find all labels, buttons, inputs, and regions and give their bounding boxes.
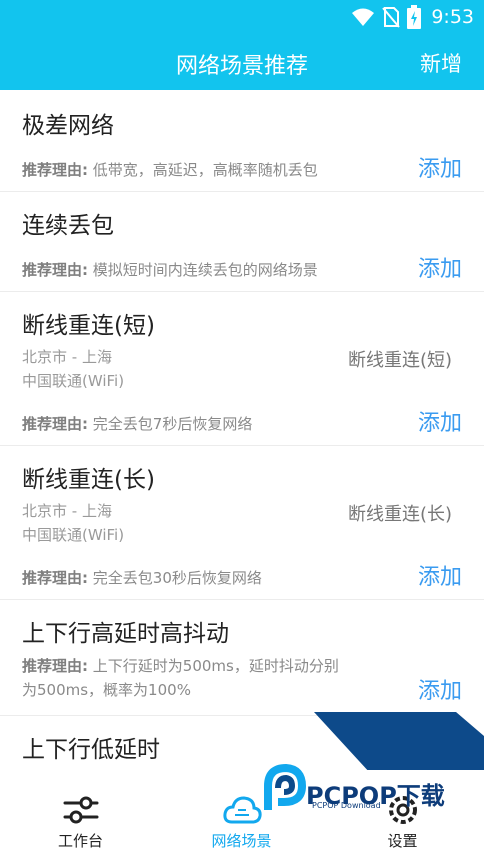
scenario-title: 连续丢包 — [22, 213, 114, 239]
reason-prefix: 推荐理由: — [22, 261, 88, 279]
cloud-icon — [222, 796, 262, 824]
tab-label: 工作台 — [57, 832, 103, 850]
scenario-card[interactable]: 断线重连(短) 北京市 - 上海 中国联通(WiFi) 断线重连(短) 推荐理由… — [0, 292, 484, 446]
watermark-subtext: PCPOP Download — [312, 801, 381, 810]
tab-label: 设置 — [387, 832, 418, 850]
reason-text: 低带宽，高延迟，高概率随机丢包 — [92, 161, 318, 179]
add-button[interactable]: 添加 — [418, 251, 462, 283]
reason-prefix: 推荐理由: — [22, 161, 88, 179]
add-button[interactable]: 添加 — [418, 405, 462, 437]
scenario-tag: 断线重连(短) — [347, 350, 452, 371]
tab-workbench[interactable]: 工作台 — [0, 770, 161, 860]
sliders-icon — [63, 796, 98, 824]
scenario-card[interactable]: 上下行低延时 — [0, 716, 484, 770]
scenario-card[interactable]: 上下行高延时高抖动 推荐理由: 上下行延时为500ms，延时抖动分别为500ms… — [0, 600, 484, 716]
scenario-title: 断线重连(短) — [22, 313, 155, 339]
battery-charging-icon — [407, 5, 422, 29]
scenario-card[interactable]: 极差网络 推荐理由: 低带宽，高延迟，高概率随机丢包 添加 — [0, 90, 484, 192]
scenario-title: 断线重连(长) — [22, 467, 155, 493]
tab-label: 网络场景 — [211, 832, 272, 850]
scenario-reason: 推荐理由: 完全丢包30秒后恢复网络 — [22, 566, 352, 590]
scenario-network: 中国联通(WiFi) — [22, 526, 125, 544]
add-button[interactable]: 添加 — [418, 559, 462, 591]
scenario-card[interactable]: 连续丢包 推荐理由: 模拟短时间内连续丢包的网络场景 添加 — [0, 192, 484, 292]
scenario-location: 北京市 - 上海 — [22, 348, 112, 366]
scenario-location: 北京市 - 上海 — [22, 502, 112, 520]
scenario-title: 上下行低延时 — [22, 737, 160, 763]
scenario-tag: 断线重连(长) — [347, 504, 452, 525]
scenario-card[interactable]: 断线重连(长) 北京市 - 上海 中国联通(WiFi) 断线重连(长) 推荐理由… — [0, 446, 484, 600]
scenario-reason: 推荐理由: 上下行延时为500ms，延时抖动分别为500ms，概率为100% — [22, 654, 352, 702]
page-title: 网络场景推荐 — [175, 54, 308, 79]
add-new-button[interactable]: 新增 — [420, 48, 462, 78]
reason-prefix: 推荐理由: — [22, 657, 88, 675]
tab-network-scenes[interactable]: 网络场景 — [161, 770, 322, 860]
reason-text: 完全丢包7秒后恢复网络 — [92, 415, 253, 433]
status-bar: 9:53 — [0, 0, 484, 34]
wifi-icon — [352, 8, 375, 26]
add-button[interactable]: 添加 — [418, 151, 462, 183]
reason-prefix: 推荐理由: — [22, 569, 88, 587]
no-sim-icon — [382, 7, 401, 28]
status-icons: 9:53 — [351, 4, 474, 30]
reason-text: 完全丢包30秒后恢复网络 — [92, 569, 262, 587]
scenario-title: 极差网络 — [22, 113, 114, 139]
app-bar: 网络场景推荐 新增 — [0, 34, 484, 90]
reason-prefix: 推荐理由: — [22, 415, 88, 433]
scenario-network: 中国联通(WiFi) — [22, 372, 125, 390]
add-button[interactable]: 添加 — [418, 673, 462, 705]
status-time: 9:53 — [431, 6, 474, 28]
scenario-list[interactable]: 极差网络 推荐理由: 低带宽，高延迟，高概率随机丢包 添加 连续丢包 推荐理由:… — [0, 90, 484, 770]
scenario-reason: 推荐理由: 模拟短时间内连续丢包的网络场景 — [22, 258, 352, 282]
reason-text: 模拟短时间内连续丢包的网络场景 — [92, 261, 318, 279]
scenario-reason: 推荐理由: 低带宽，高延迟，高概率随机丢包 — [22, 158, 352, 182]
scenario-title: 上下行高延时高抖动 — [22, 621, 229, 647]
scenario-reason: 推荐理由: 完全丢包7秒后恢复网络 — [22, 412, 352, 436]
